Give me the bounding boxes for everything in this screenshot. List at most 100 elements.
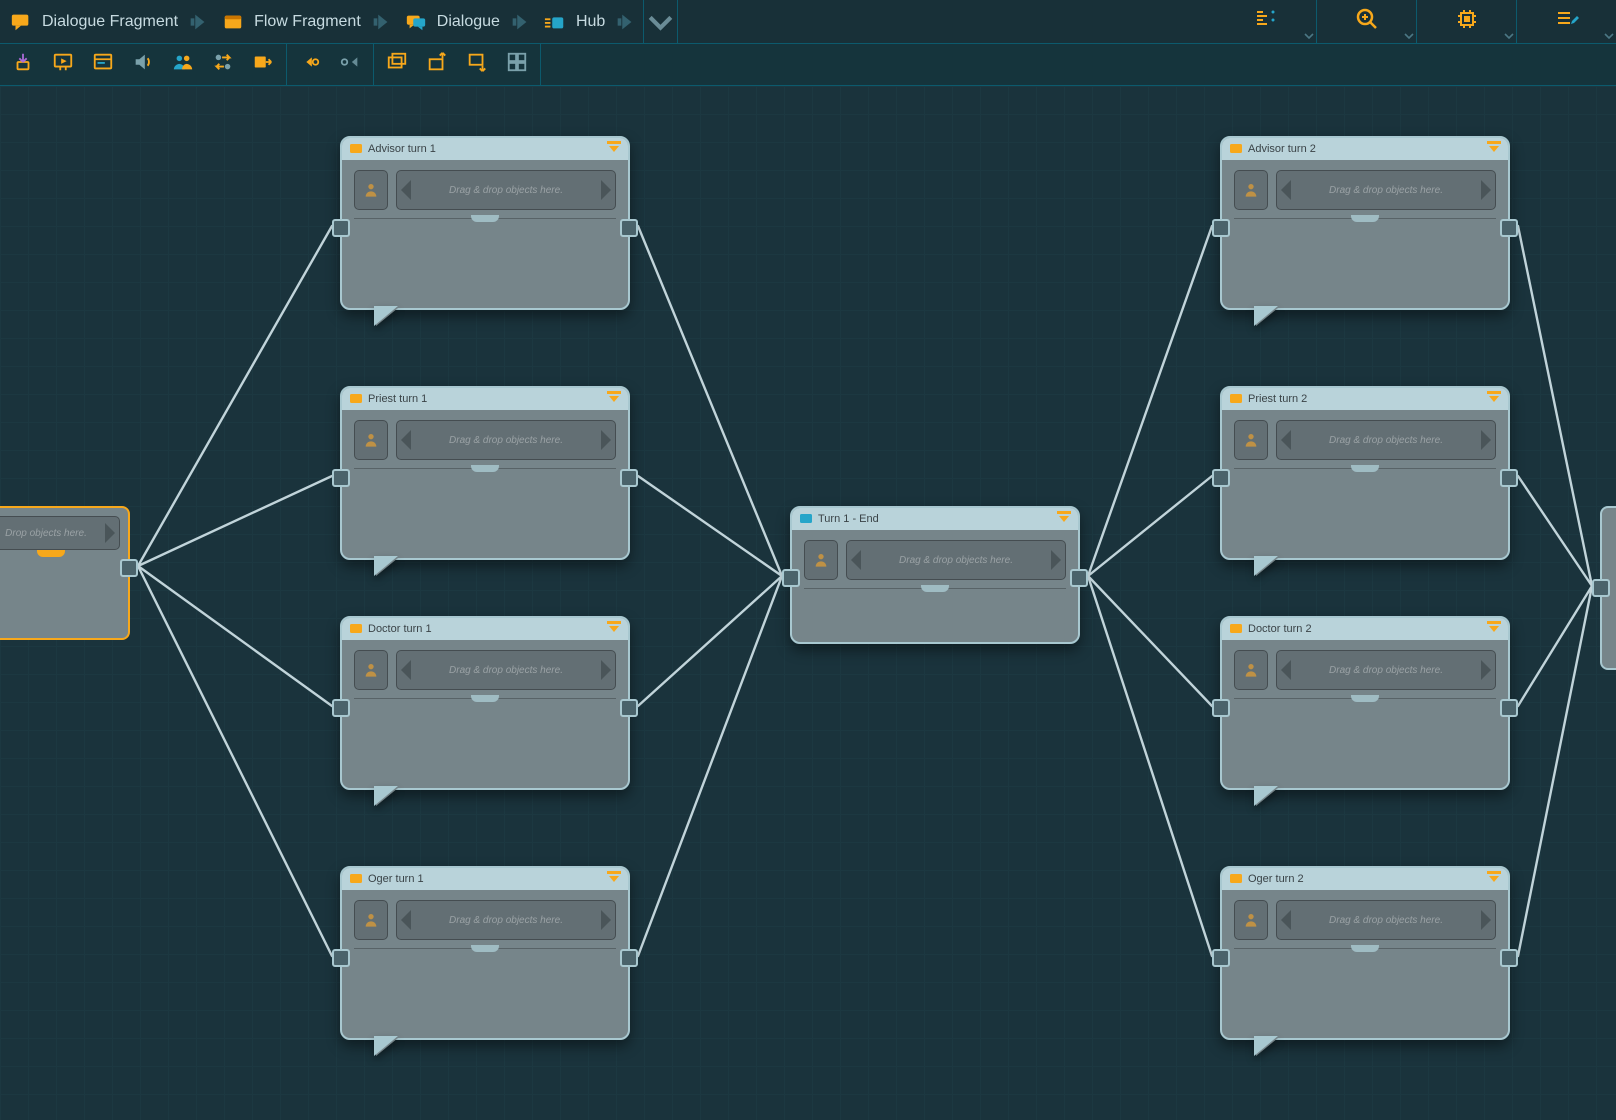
input-port[interactable] — [1212, 949, 1230, 967]
edit-list-tool-button[interactable] — [1516, 0, 1616, 43]
drop-slot[interactable]: Drag & drop objects here. — [1276, 170, 1496, 210]
template-flow-fragment-dropdown[interactable] — [369, 4, 393, 39]
flow-input-slot[interactable]: Drop objects here. — [0, 506, 130, 640]
output-port[interactable] — [620, 699, 638, 717]
template-dialogue-fragment-dropdown[interactable] — [186, 4, 210, 39]
stack-grid-button[interactable] — [502, 50, 532, 80]
align-tool-button[interactable] — [1216, 0, 1316, 43]
node-menu-icon[interactable] — [606, 140, 622, 159]
node-header[interactable]: Priest turn 1 — [342, 388, 628, 410]
window-button[interactable] — [88, 50, 118, 80]
template-dialogue-dropdown[interactable] — [508, 4, 532, 39]
input-port[interactable] — [1212, 699, 1230, 717]
node-advisor2[interactable]: Advisor turn 2 Drag & drop objects here. — [1220, 136, 1510, 310]
node-header[interactable]: Oger turn 2 — [1222, 868, 1508, 890]
drop-slot[interactable]: Drag & drop objects here. — [1276, 650, 1496, 690]
slot-next-arrow[interactable] — [1481, 180, 1491, 200]
node-body[interactable] — [1226, 956, 1504, 1034]
drop-slot[interactable]: Drag & drop objects here. — [396, 900, 616, 940]
flow-canvas[interactable]: Advisor turn 1 Drag & drop objects here.… — [0, 86, 1616, 1120]
template-hub-dropdown[interactable] — [613, 4, 637, 39]
speaker-portrait[interactable] — [1234, 650, 1268, 690]
node-body[interactable] — [346, 706, 624, 784]
node-body[interactable] — [346, 956, 624, 1034]
node-priest2[interactable]: Priest turn 2 Drag & drop objects here. — [1220, 386, 1510, 560]
speaker-portrait[interactable] — [1234, 900, 1268, 940]
speaker-portrait[interactable] — [354, 900, 388, 940]
pin-out-button[interactable] — [335, 50, 365, 80]
slot-next-arrow[interactable] — [105, 523, 115, 543]
drop-slot[interactable]: Drop objects here. — [0, 516, 120, 550]
input-port[interactable] — [1592, 579, 1610, 597]
speaker-portrait[interactable] — [804, 540, 838, 580]
input-port[interactable] — [332, 469, 350, 487]
speaker-portrait[interactable] — [354, 170, 388, 210]
input-port[interactable] — [332, 219, 350, 237]
output-port[interactable] — [620, 219, 638, 237]
node-body[interactable] — [1226, 476, 1504, 554]
node-header[interactable]: Priest turn 2 — [1222, 388, 1508, 410]
node-header[interactable]: Turn 1 - End — [792, 508, 1078, 530]
template-flow-fragment-button[interactable]: Flow Fragment — [214, 4, 371, 40]
node-menu-icon[interactable] — [1486, 140, 1502, 159]
slot-next-arrow[interactable] — [601, 660, 611, 680]
template-overflow-dropdown[interactable] — [644, 0, 678, 43]
node-header[interactable]: Doctor turn 2 — [1222, 618, 1508, 640]
template-hub-button[interactable]: Hub — [536, 4, 615, 40]
output-port[interactable] — [620, 949, 638, 967]
slot-next-arrow[interactable] — [601, 430, 611, 450]
output-port[interactable] — [1500, 219, 1518, 237]
present-button[interactable] — [48, 50, 78, 80]
stack-up-button[interactable] — [422, 50, 452, 80]
chip-tool-button[interactable] — [1416, 0, 1516, 43]
output-port[interactable] — [120, 559, 138, 577]
speaker-portrait[interactable] — [354, 420, 388, 460]
node-header[interactable]: Advisor turn 1 — [342, 138, 628, 160]
drop-slot[interactable]: Drag & drop objects here. — [1276, 900, 1496, 940]
export-right-button[interactable] — [248, 50, 278, 80]
node-body[interactable] — [346, 476, 624, 554]
slot-prev-arrow[interactable] — [1281, 660, 1291, 680]
slot-prev-arrow[interactable] — [1281, 910, 1291, 930]
slot-prev-arrow[interactable] — [401, 430, 411, 450]
pin-in-button[interactable] — [295, 50, 325, 80]
node-menu-icon[interactable] — [1486, 390, 1502, 409]
node-body[interactable] — [346, 226, 624, 304]
slot-next-arrow[interactable] — [601, 910, 611, 930]
slot-prev-arrow[interactable] — [1281, 430, 1291, 450]
node-header[interactable]: Oger turn 1 — [342, 868, 628, 890]
zoom-tool-button[interactable] — [1316, 0, 1416, 43]
node-oger1[interactable]: Oger turn 1 Drag & drop objects here. — [340, 866, 630, 1040]
input-port[interactable] — [1212, 469, 1230, 487]
node-body[interactable] — [1226, 706, 1504, 784]
node-body[interactable] — [0, 558, 128, 638]
node-header[interactable]: Doctor turn 1 — [342, 618, 628, 640]
drop-slot[interactable]: Drag & drop objects here. — [396, 420, 616, 460]
output-port[interactable] — [1500, 699, 1518, 717]
input-port[interactable] — [332, 699, 350, 717]
node-menu-icon[interactable] — [606, 390, 622, 409]
node-menu-icon[interactable] — [606, 870, 622, 889]
node-advisor1[interactable]: Advisor turn 1 Drag & drop objects here. — [340, 136, 630, 310]
slot-next-arrow[interactable] — [1481, 910, 1491, 930]
node-menu-icon[interactable] — [1486, 870, 1502, 889]
input-port[interactable] — [1212, 219, 1230, 237]
node-doctor1[interactable]: Doctor turn 1 Drag & drop objects here. — [340, 616, 630, 790]
node-turn1end[interactable]: Turn 1 - End Drag & drop objects here. — [790, 506, 1080, 644]
node-priest1[interactable]: Priest turn 1 Drag & drop objects here. — [340, 386, 630, 560]
drop-slot[interactable]: Drag & drop objects here. — [396, 650, 616, 690]
slot-next-arrow[interactable] — [1051, 550, 1061, 570]
node-menu-icon[interactable] — [1486, 620, 1502, 639]
slot-prev-arrow[interactable] — [401, 180, 411, 200]
output-port[interactable] — [1500, 949, 1518, 967]
slot-prev-arrow[interactable] — [401, 660, 411, 680]
slot-next-arrow[interactable] — [1481, 660, 1491, 680]
audio-button[interactable] — [128, 50, 158, 80]
node-oger2[interactable]: Oger turn 2 Drag & drop objects here. — [1220, 866, 1510, 1040]
node-menu-icon[interactable] — [606, 620, 622, 639]
drop-slot[interactable]: Drag & drop objects here. — [396, 170, 616, 210]
node-header[interactable]: Advisor turn 2 — [1222, 138, 1508, 160]
node-body[interactable] — [796, 596, 1074, 638]
slot-prev-arrow[interactable] — [1281, 180, 1291, 200]
node-menu-icon[interactable] — [1056, 510, 1072, 529]
